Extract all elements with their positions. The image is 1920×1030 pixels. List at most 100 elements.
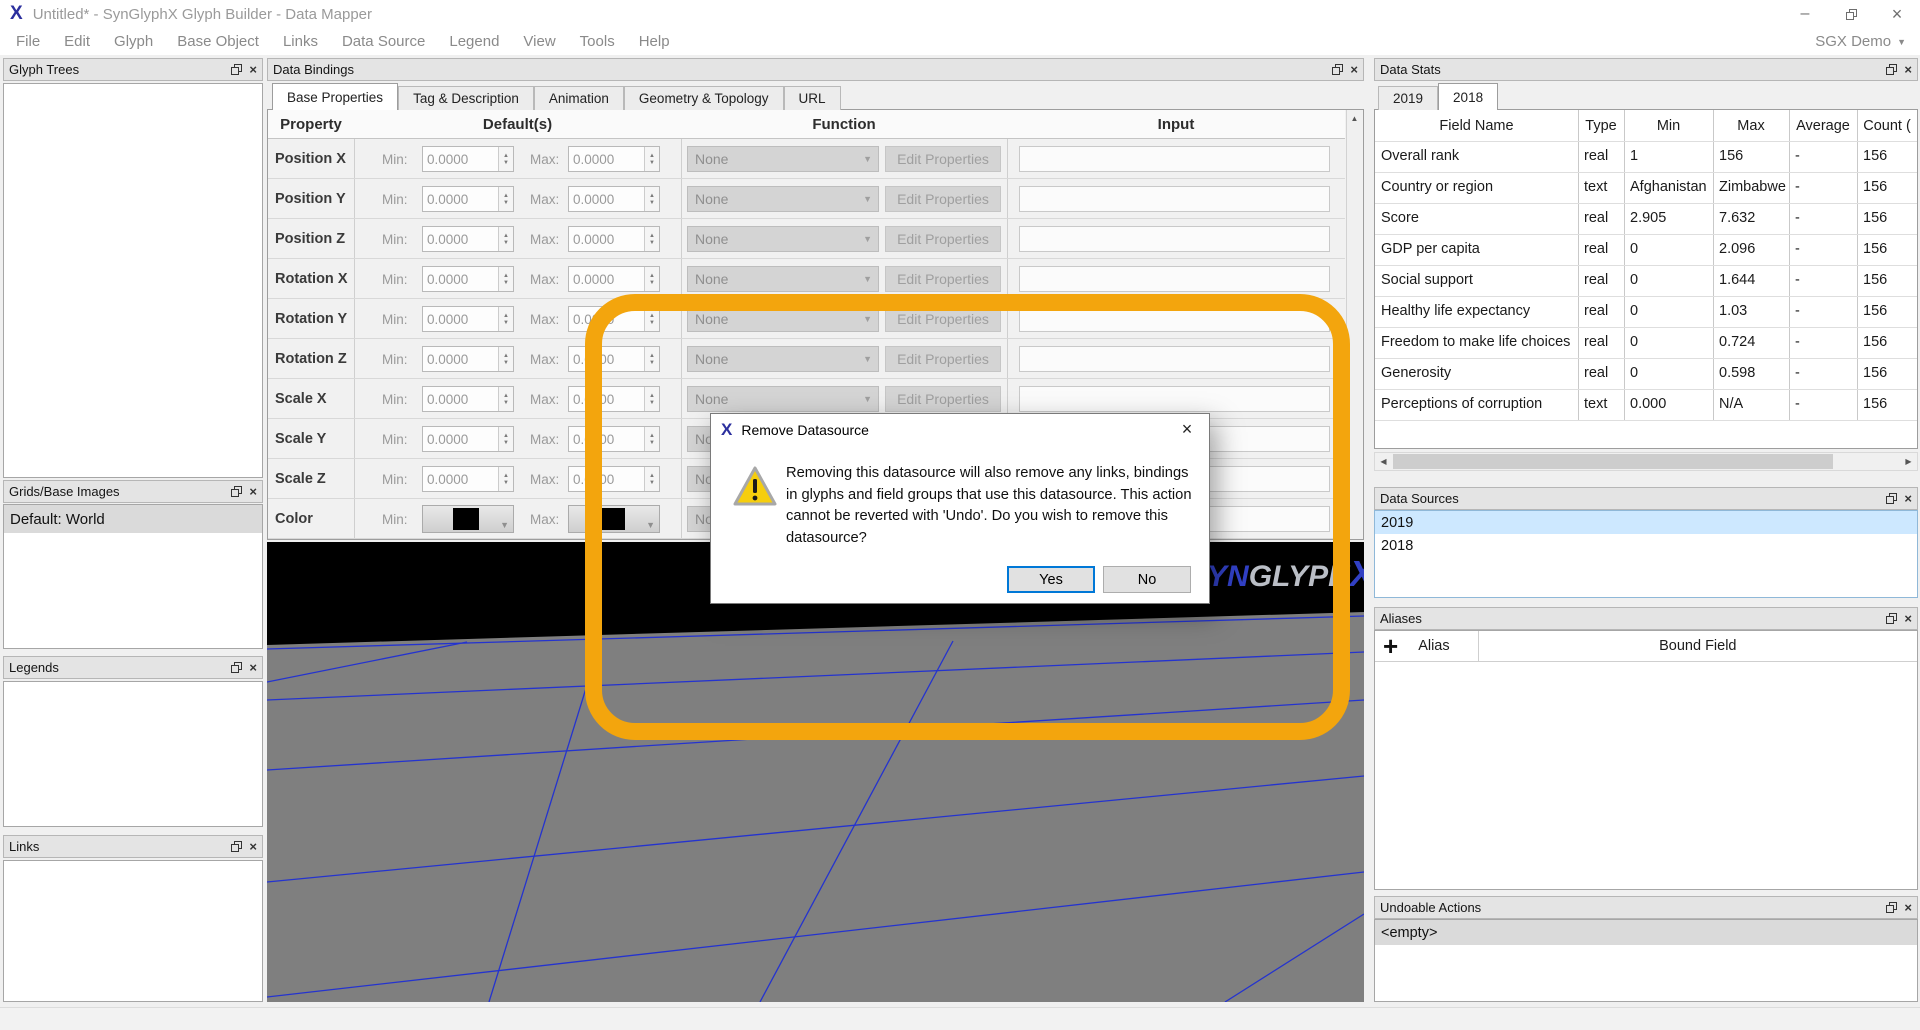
spin-buttons[interactable]: ▲ ▼ — [644, 467, 659, 491]
float-icon[interactable] — [1332, 64, 1344, 75]
3d-viewport[interactable]: SYNGLYPHX — [267, 542, 1364, 1002]
input-field[interactable] — [1019, 346, 1330, 372]
menu-edit[interactable]: Edit — [52, 33, 102, 50]
spin-buttons[interactable]: ▲ ▼ — [644, 427, 659, 451]
links-list[interactable] — [3, 860, 263, 1002]
max-spinbox[interactable]: 0.0000 ▲ ▼ — [568, 426, 660, 452]
edit-properties-button[interactable]: Edit Properties — [885, 226, 1001, 252]
input-field[interactable] — [1019, 266, 1330, 292]
minimize-button[interactable]: – — [1782, 0, 1828, 28]
no-button[interactable]: No — [1103, 566, 1191, 593]
spin-buttons[interactable]: ▲ ▼ — [498, 227, 513, 251]
edit-properties-button[interactable]: Edit Properties — [885, 346, 1001, 372]
glyph-trees-list[interactable] — [3, 83, 263, 478]
scroll-left-icon[interactable]: ◀ — [1375, 453, 1392, 470]
menu-tools[interactable]: Tools — [568, 33, 627, 50]
min-spinbox[interactable]: 0.0000 ▲ ▼ — [422, 266, 514, 292]
close-icon[interactable]: × — [249, 485, 257, 498]
add-alias-button[interactable]: + — [1383, 633, 1398, 659]
edit-properties-button[interactable]: Edit Properties — [885, 306, 1001, 332]
float-icon[interactable] — [231, 662, 243, 673]
edit-properties-button[interactable]: Edit Properties — [885, 266, 1001, 292]
max-color-picker[interactable]: ▼ — [568, 505, 660, 533]
max-spinbox[interactable]: 0.0000 ▲ ▼ — [568, 386, 660, 412]
min-spinbox[interactable]: 0.0000 ▲ ▼ — [422, 426, 514, 452]
min-spinbox[interactable]: 0.0000 ▲ ▼ — [422, 346, 514, 372]
tab-2019[interactable]: 2019 — [1378, 86, 1439, 110]
horizontal-scrollbar[interactable]: ◀ ▶ — [1374, 452, 1918, 471]
max-spinbox[interactable]: 0.0000 ▲ ▼ — [568, 346, 660, 372]
undo-item-empty[interactable]: <empty> — [1375, 920, 1917, 945]
spin-buttons[interactable]: ▲ ▼ — [498, 147, 513, 171]
spin-buttons[interactable]: ▲ ▼ — [644, 187, 659, 211]
float-icon[interactable] — [1886, 64, 1898, 75]
float-icon[interactable] — [1886, 613, 1898, 624]
float-icon[interactable] — [231, 64, 243, 75]
spin-buttons[interactable]: ▲ ▼ — [644, 307, 659, 331]
spin-buttons[interactable]: ▲ ▼ — [644, 387, 659, 411]
menu-base-object[interactable]: Base Object — [165, 33, 271, 50]
function-combo[interactable]: None▼ — [687, 146, 879, 172]
input-field[interactable] — [1019, 146, 1330, 172]
function-combo[interactable]: None▼ — [687, 266, 879, 292]
min-color-picker[interactable]: ▼ — [422, 505, 514, 533]
spin-buttons[interactable]: ▲ ▼ — [498, 347, 513, 371]
max-spinbox[interactable]: 0.0000 ▲ ▼ — [568, 306, 660, 332]
function-combo[interactable]: None▼ — [687, 306, 879, 332]
max-spinbox[interactable]: 0.0000 ▲ ▼ — [568, 146, 660, 172]
spin-buttons[interactable]: ▲ ▼ — [498, 467, 513, 491]
menu-view[interactable]: View — [511, 33, 567, 50]
tab-tag-description[interactable]: Tag & Description — [398, 86, 534, 110]
input-field[interactable] — [1019, 186, 1330, 212]
menu-help[interactable]: Help — [627, 33, 682, 50]
function-combo[interactable]: None▼ — [687, 186, 879, 212]
menu-data-source[interactable]: Data Source — [330, 33, 437, 50]
close-icon[interactable]: × — [1904, 63, 1912, 76]
edit-properties-button[interactable]: Edit Properties — [885, 186, 1001, 212]
float-icon[interactable] — [1886, 902, 1898, 913]
close-icon[interactable]: × — [249, 840, 257, 853]
user-account-menu[interactable]: SGX Demo ▼ — [1815, 33, 1906, 50]
close-icon[interactable]: × — [1350, 63, 1358, 76]
float-icon[interactable] — [231, 486, 243, 497]
tab-animation[interactable]: Animation — [533, 86, 624, 110]
edit-properties-button[interactable]: Edit Properties — [885, 386, 1001, 412]
data-source-item-2019[interactable]: 2019 — [1375, 511, 1917, 534]
max-spinbox[interactable]: 0.0000 ▲ ▼ — [568, 186, 660, 212]
float-icon[interactable] — [1886, 493, 1898, 504]
grid-item-default-world[interactable]: Default: World — [4, 505, 262, 533]
tab-url[interactable]: URL — [783, 86, 841, 110]
dialog-close-button[interactable]: × — [1165, 414, 1209, 445]
spin-buttons[interactable]: ▲ ▼ — [498, 187, 513, 211]
input-field[interactable] — [1019, 386, 1330, 412]
vertical-scrollbar[interactable]: ▲ — [1346, 110, 1362, 539]
menu-legend[interactable]: Legend — [437, 33, 511, 50]
close-icon[interactable]: × — [1904, 612, 1912, 625]
data-source-item-2018[interactable]: 2018 — [1375, 534, 1917, 557]
spin-buttons[interactable]: ▲ ▼ — [498, 427, 513, 451]
float-icon[interactable] — [231, 841, 243, 852]
min-spinbox[interactable]: 0.0000 ▲ ▼ — [422, 226, 514, 252]
min-spinbox[interactable]: 0.0000 ▲ ▼ — [422, 306, 514, 332]
input-field[interactable] — [1019, 306, 1330, 332]
close-icon[interactable]: × — [249, 63, 257, 76]
tab-2018[interactable]: 2018 — [1438, 83, 1499, 110]
spin-buttons[interactable]: ▲ ▼ — [644, 227, 659, 251]
legends-list[interactable] — [3, 681, 263, 827]
yes-button[interactable]: Yes — [1007, 566, 1095, 593]
scrollbar-thumb[interactable] — [1393, 454, 1833, 469]
menu-file[interactable]: File — [0, 33, 52, 50]
function-combo[interactable]: None▼ — [687, 346, 879, 372]
menu-glyph[interactable]: Glyph — [102, 33, 165, 50]
close-icon[interactable]: × — [1904, 901, 1912, 914]
spin-buttons[interactable]: ▲ ▼ — [644, 347, 659, 371]
edit-properties-button[interactable]: Edit Properties — [885, 146, 1001, 172]
spin-buttons[interactable]: ▲ ▼ — [498, 267, 513, 291]
max-spinbox[interactable]: 0.0000 ▲ ▼ — [568, 466, 660, 492]
min-spinbox[interactable]: 0.0000 ▲ ▼ — [422, 386, 514, 412]
spin-buttons[interactable]: ▲ ▼ — [644, 267, 659, 291]
menu-links[interactable]: Links — [271, 33, 330, 50]
min-spinbox[interactable]: 0.0000 ▲ ▼ — [422, 146, 514, 172]
function-combo[interactable]: None▼ — [687, 386, 879, 412]
max-spinbox[interactable]: 0.0000 ▲ ▼ — [568, 226, 660, 252]
